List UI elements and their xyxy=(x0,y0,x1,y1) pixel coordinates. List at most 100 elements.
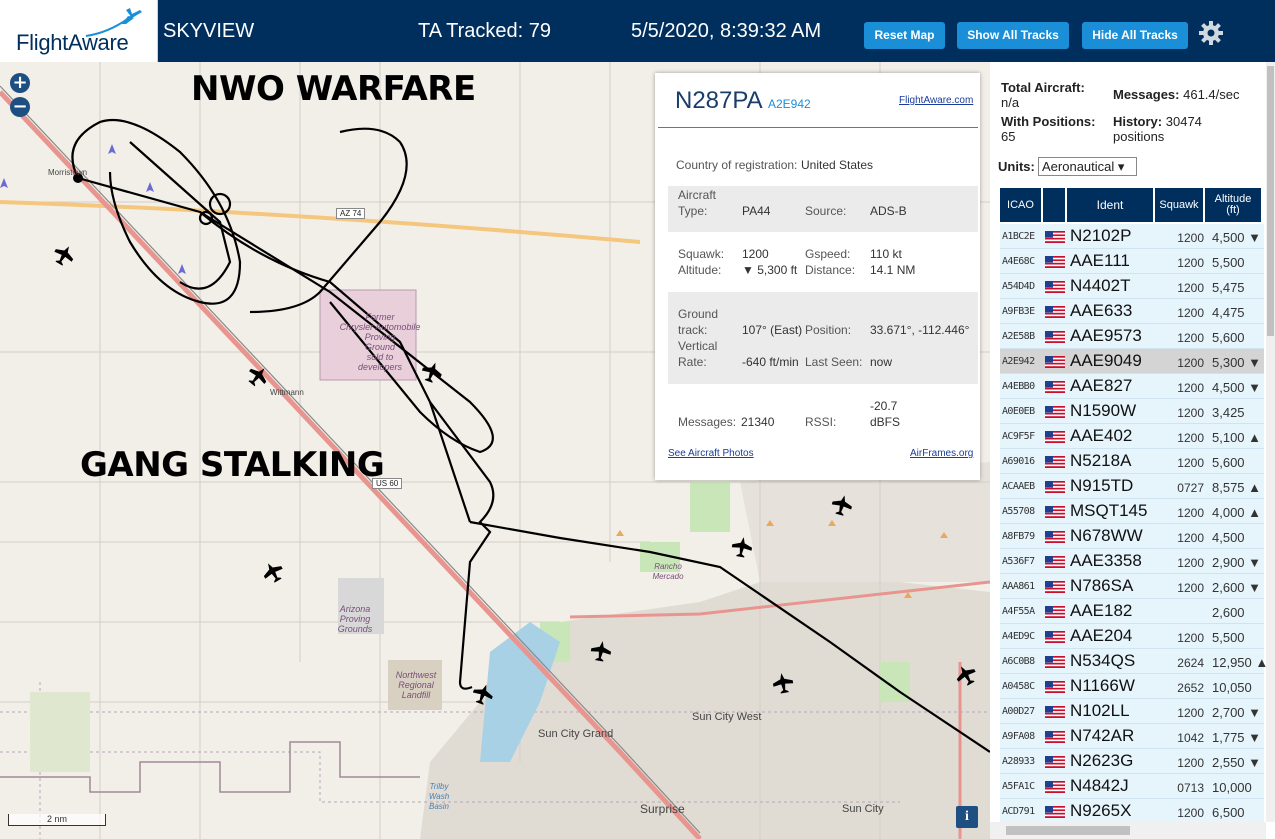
place-wittmann: Wittmann xyxy=(270,388,304,397)
airframes-link[interactable]: AirFrames.org xyxy=(910,448,973,459)
squawk-cell: 2652 xyxy=(1177,681,1204,695)
icao-cell: A9FB3E xyxy=(1002,306,1035,317)
us-flag-icon xyxy=(1045,806,1065,818)
aircraft-marker[interactable] xyxy=(50,241,78,269)
squawk-cell: 1200 xyxy=(1177,381,1204,395)
icao-cell: ACD791 xyxy=(1002,806,1035,817)
table-row[interactable]: A0458C N1166W 2652 10,050 xyxy=(1000,674,1264,699)
table-row[interactable]: A9FA08 N742AR 1042 1,775 ▼ xyxy=(1000,724,1264,749)
table-row[interactable]: A2E942 AAE9049 1200 5,300 ▼ xyxy=(1000,349,1264,374)
table-row[interactable]: A4ED9C AAE204 1200 5,500 xyxy=(1000,624,1264,649)
us-flag-icon xyxy=(1045,481,1065,493)
aircraft-label: Aircraft xyxy=(678,188,717,202)
ident-cell: N2102P xyxy=(1070,226,1132,245)
squawk-cell: 1200 xyxy=(1177,706,1204,720)
aircraft-marker[interactable] xyxy=(470,681,496,707)
table-row[interactable]: A69016 N5218A 1200 5,600 xyxy=(1000,449,1264,474)
flightaware-link[interactable]: FlightAware.com xyxy=(899,95,973,106)
scrollbar-thumb[interactable] xyxy=(1006,826,1130,835)
label-former-chrysler: Former Chrysler Automobile Proving Groun… xyxy=(339,312,421,372)
table-row[interactable]: A54D4D N4402T 1200 5,475 xyxy=(1000,274,1264,299)
table-row[interactable]: A2E58B AAE9573 1200 5,600 xyxy=(1000,324,1264,349)
squawk-cell: 1200 xyxy=(1177,356,1204,370)
us-flag-icon xyxy=(1045,606,1065,618)
popup-hex: A2E942 xyxy=(768,97,811,111)
place-sun-city-west: Sun City West xyxy=(692,711,762,723)
table-row[interactable]: A28933 N2623G 1200 2,550 ▼ xyxy=(1000,749,1264,774)
aircraft-sidebar: Total Aircraft: n/a Messages: 461.4/sec … xyxy=(990,62,1275,839)
aircraft-marker[interactable] xyxy=(730,535,754,559)
ident-cell: N102LL xyxy=(1070,701,1130,720)
table-row[interactable]: A55708 MSQT145 1200 4,000 ▲ xyxy=(1000,499,1264,524)
altitude-cell: 2,900 ▼ xyxy=(1212,555,1262,570)
table-row[interactable]: A4E68C AAE111 1200 5,500 xyxy=(1000,249,1264,274)
hide-all-tracks-button[interactable]: Hide All Tracks xyxy=(1082,22,1188,49)
icao-cell: A2E58B xyxy=(1002,331,1035,342)
icao-cell: A28933 xyxy=(1002,756,1035,767)
show-all-tracks-button[interactable]: Show All Tracks xyxy=(957,22,1069,49)
altitude-cell: 4,500 ▼ xyxy=(1212,380,1262,395)
aircraft-marker[interactable] xyxy=(771,671,795,695)
zoom-out-button[interactable]: − xyxy=(10,97,30,117)
vertical-scrollbar[interactable] xyxy=(1266,62,1275,822)
scrollbar-thumb[interactable] xyxy=(1267,66,1274,336)
table-row[interactable]: A536F7 AAE3358 1200 2,900 ▼ xyxy=(1000,549,1264,574)
gspeed-value: 110 kt xyxy=(870,247,902,261)
aircraft-marker[interactable] xyxy=(589,639,613,663)
us-flag-icon xyxy=(1045,406,1065,418)
table-row[interactable]: AAA861 N786SA 1200 2,600 ▼ xyxy=(1000,574,1264,599)
icao-cell: A55708 xyxy=(1002,506,1035,517)
ident-cell: N5218A xyxy=(1070,451,1132,470)
table-row[interactable]: A9FB3E AAE633 1200 4,475 xyxy=(1000,299,1264,324)
see-photos-link[interactable]: See Aircraft Photos xyxy=(668,448,754,459)
aircraft-marker[interactable] xyxy=(243,361,273,391)
popup-divider xyxy=(658,127,978,128)
ident-cell: AAE633 xyxy=(1070,301,1133,320)
table-row[interactable]: A5FA1C N4842J 0713 10,000 xyxy=(1000,774,1264,799)
us-flag-icon xyxy=(1045,306,1065,318)
altitude-cell: 2,700 ▼ xyxy=(1212,705,1262,720)
us-flag-icon xyxy=(1045,731,1065,743)
ident-cell: N786SA xyxy=(1070,576,1134,595)
icao-cell: A1BC2E xyxy=(1002,231,1035,242)
table-row[interactable]: AC9F5F AAE402 1200 5,100 ▲ xyxy=(1000,424,1264,449)
us-flag-icon xyxy=(1045,556,1065,568)
map-info-button[interactable]: i xyxy=(956,806,978,828)
squawk-cell: 1200 xyxy=(1177,756,1204,770)
table-row[interactable]: ACAAEB N915TD 0727 8,575 ▲ xyxy=(1000,474,1264,499)
table-row[interactable]: A8FB79 N678WW 1200 4,500 xyxy=(1000,524,1264,549)
table-row[interactable]: A00D27 N102LL 1200 2,700 ▼ xyxy=(1000,699,1264,724)
col-icao[interactable]: ICAO xyxy=(1000,188,1041,222)
flightaware-logo[interactable]: FlightAware xyxy=(0,0,158,62)
table-row[interactable]: A6C0B8 N534QS 2624 12,950 ▲ xyxy=(1000,649,1268,674)
units-select[interactable]: Aeronautical ▾ xyxy=(1038,157,1137,176)
distance-label: Distance: xyxy=(805,263,856,277)
col-flag[interactable] xyxy=(1043,188,1065,222)
altitude-cell: 5,500 xyxy=(1212,630,1245,645)
us-flag-icon xyxy=(1045,756,1065,768)
col-squawk[interactable]: Squawk xyxy=(1155,188,1203,222)
altitude-cell: 5,475 xyxy=(1212,280,1245,295)
logo-wordmark: FlightAware xyxy=(16,30,129,55)
ident-cell: AAE9573 xyxy=(1070,326,1142,345)
horizontal-scrollbar[interactable] xyxy=(990,822,1266,839)
shield-us60: US 60 xyxy=(372,478,403,489)
aircraft-marker[interactable] xyxy=(829,492,855,518)
icao-cell: ACAAEB xyxy=(1002,481,1035,492)
table-row[interactable]: A0E0EB N1590W 1200 3,425 xyxy=(1000,399,1264,424)
aircraft-detail-popup: N287PA A2E942 FlightAware.com Country of… xyxy=(655,73,980,480)
col-altitude[interactable]: Altitude (ft) xyxy=(1205,188,1261,222)
aircraft-marker[interactable] xyxy=(952,661,980,689)
aircraft-marker[interactable] xyxy=(259,558,287,586)
reset-map-button[interactable]: Reset Map xyxy=(864,22,945,49)
table-row[interactable]: A4F55A AAE182 2,600 xyxy=(1000,599,1264,624)
icao-cell: A5FA1C xyxy=(1002,781,1035,792)
squawk-cell: 2624 xyxy=(1177,656,1204,670)
zoom-in-button[interactable]: + xyxy=(10,73,30,93)
table-row[interactable]: A4EBB0 AAE827 1200 4,500 ▼ xyxy=(1000,374,1264,399)
col-ident[interactable]: Ident xyxy=(1067,188,1153,222)
ident-cell: AAE9049 xyxy=(1070,351,1142,370)
table-row[interactable]: ACD791 N9265X 1200 6,500 xyxy=(1000,799,1264,824)
table-row[interactable]: A1BC2E N2102P 1200 4,500 ▼ xyxy=(1000,224,1264,249)
gear-icon[interactable] xyxy=(1198,20,1224,46)
